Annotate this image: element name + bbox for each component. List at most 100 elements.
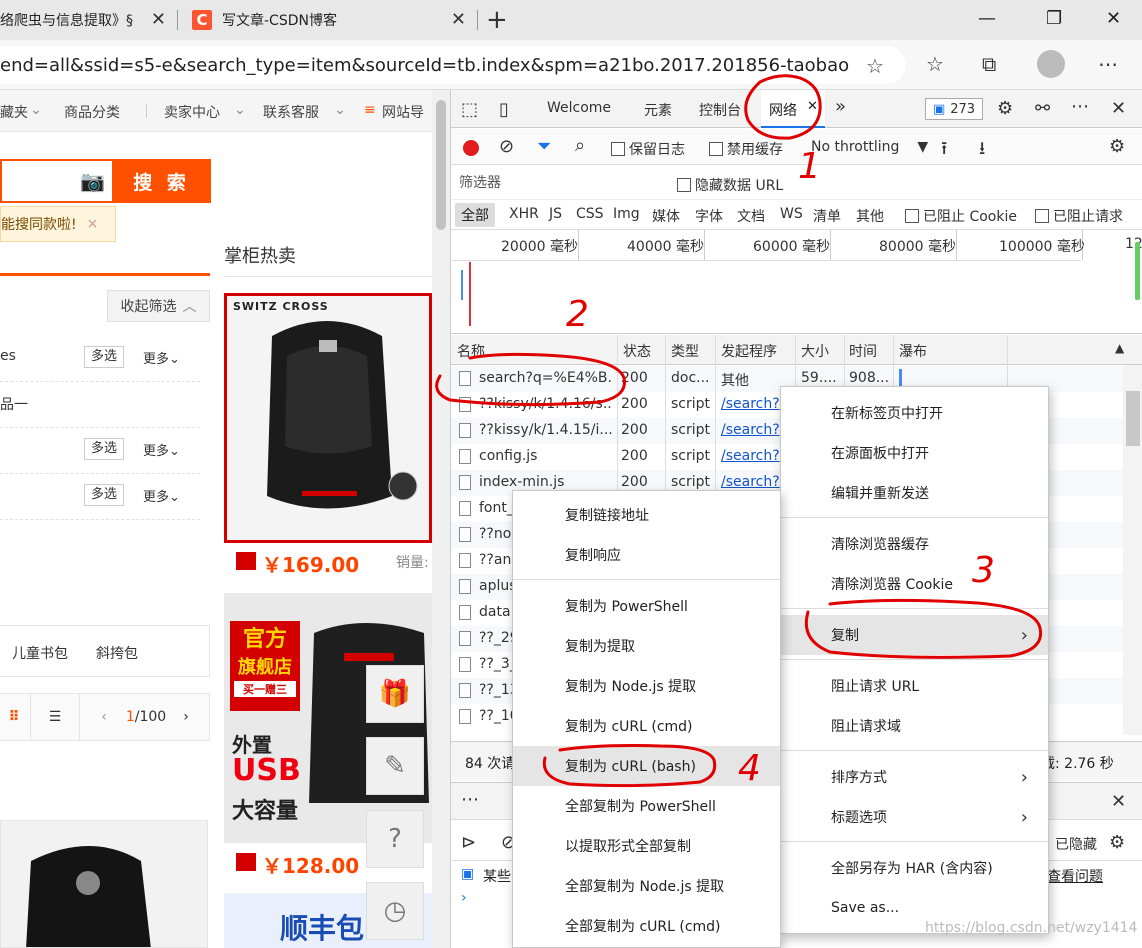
device-icon[interactable]: ▯ (499, 99, 509, 120)
menu-copy-all-curl-cmd[interactable]: 全部复制为 cURL (cmd) (513, 906, 780, 946)
add-favorite-icon[interactable]: ☆ (866, 54, 884, 78)
browser-tab-1[interactable]: 络爬虫与信息提取》§ ✕ (0, 0, 176, 40)
menu-copy[interactable]: 复制 › (781, 615, 1048, 655)
issues-badge[interactable]: ▣ 273 (925, 98, 983, 120)
page-scroll-thumb[interactable] (436, 100, 446, 230)
close-icon[interactable]: ✕ (1111, 791, 1126, 812)
hide-data-url-checkbox[interactable]: 隐藏数据 URL (677, 175, 783, 195)
close-window-icon[interactable]: ✕ (1106, 8, 1121, 29)
more-link[interactable]: 更多⌄ (143, 348, 180, 367)
menu-copy-curl-cmd[interactable]: 复制为 cURL (cmd) (513, 706, 780, 746)
search-input[interactable]: 📷 (0, 159, 112, 203)
url-box[interactable]: end=all&ssid=s5-e&search_type=item&sourc… (0, 46, 906, 84)
menu-copy-node-fetch[interactable]: 复制为 Node.js 提取 (513, 666, 780, 706)
tab-console[interactable]: 控制台 (699, 100, 741, 120)
menu-copy-powershell[interactable]: 复制为 PowerShell (513, 586, 780, 626)
gear-icon[interactable]: ⚙ (1109, 136, 1125, 157)
type-all[interactable]: 全部 (455, 203, 495, 227)
more-tools-icon[interactable]: ⋯ (461, 789, 479, 810)
menu-block-url[interactable]: 阻止请求 URL (781, 666, 1048, 706)
sort-up-icon[interactable]: ▲ (1115, 341, 1124, 355)
type-css[interactable]: CSS (576, 206, 604, 222)
upload-icon[interactable]: ⭱ (941, 136, 947, 166)
list-view-icon[interactable]: ☰ (30, 694, 80, 740)
menu-open-new-tab[interactable]: 在新标签页中打开 (781, 393, 1048, 433)
product-image[interactable] (0, 820, 208, 948)
new-tab-icon[interactable]: + (486, 5, 508, 35)
col-time[interactable]: 时间 (849, 341, 877, 361)
connection-icon[interactable]: ⚯ (1035, 98, 1050, 119)
sidebar-toggle-icon[interactable]: ⊳ (461, 832, 476, 853)
record-icon[interactable] (463, 140, 479, 156)
multi-select-button[interactable]: 多选 (84, 438, 124, 460)
menu-sort-by[interactable]: 排序方式 › (781, 757, 1048, 797)
edit-icon[interactable]: ✎ (366, 737, 424, 795)
profile-avatar[interactable] (1037, 50, 1065, 78)
category-crossbody[interactable]: 斜挎包 (96, 643, 138, 663)
col-name[interactable]: 名称 (457, 341, 485, 361)
nav-customer-service[interactable]: 联系客服 (263, 102, 319, 122)
table-scroll-thumb[interactable] (1126, 391, 1140, 446)
more-tabs-icon[interactable]: » (835, 96, 846, 117)
type-font[interactable]: 字体 (695, 206, 723, 226)
more-link[interactable]: 更多⌄ (143, 440, 180, 459)
menu-copy-all-powershell[interactable]: 全部复制为 PowerShell (513, 786, 780, 826)
product-image[interactable]: SWITZ CROSS SWITZ CROSS (224, 293, 432, 543)
more-link[interactable]: 更多⌄ (143, 486, 180, 505)
type-img[interactable]: Img (613, 206, 640, 222)
nav-favorites[interactable]: 藏夹 (0, 102, 28, 122)
menu-open-sources[interactable]: 在源面板中打开 (781, 433, 1048, 473)
help-icon[interactable]: ? (366, 810, 424, 868)
more-menu-icon[interactable]: ⋯ (1098, 52, 1118, 76)
type-ws[interactable]: WS (780, 206, 803, 222)
menu-copy-all-node-fetch[interactable]: 全部复制为 Node.js 提取 (513, 866, 780, 906)
more-options-icon[interactable]: ⋯ (1071, 96, 1089, 117)
history-icon[interactable]: ◷ (366, 882, 424, 940)
menu-copy-all-fetch[interactable]: 以提取形式全部复制 (513, 826, 780, 866)
menu-save-har[interactable]: 全部另存为 HAR (含内容) (781, 848, 1048, 888)
restore-icon[interactable]: ❐ (1046, 8, 1062, 29)
gear-icon[interactable]: ⚙ (997, 98, 1013, 119)
filter-input[interactable]: 筛选器 (455, 172, 661, 194)
search-button[interactable]: 搜 索 (112, 159, 211, 203)
menu-copy-curl-bash[interactable]: 复制为 cURL (bash) (513, 746, 780, 786)
camera-icon[interactable]: 📷 (80, 169, 105, 193)
favorites-icon[interactable]: ☆ (926, 52, 944, 76)
network-timeline[interactable]: 20000 毫秒 40000 毫秒 60000 毫秒 80000 毫秒 1000… (451, 230, 1142, 334)
prev-page-icon[interactable]: ‹ (94, 694, 114, 740)
type-js[interactable]: JS (549, 206, 562, 222)
menu-edit-resend[interactable]: 编辑并重新发送 (781, 473, 1048, 513)
minimize-icon[interactable]: — (978, 8, 996, 29)
url-text[interactable]: end=all&ssid=s5-e&search_type=item&sourc… (0, 55, 850, 76)
col-size[interactable]: 大小 (801, 341, 829, 361)
view-issues-link[interactable]: 查看问题 (1047, 866, 1103, 886)
grid-view-icon[interactable]: ⠿ (0, 694, 28, 740)
menu-clear-cache[interactable]: 清除浏览器缓存 (781, 524, 1048, 564)
menu-clear-cookies[interactable]: 清除浏览器 Cookie (781, 564, 1048, 604)
close-icon[interactable]: ✕ (151, 10, 166, 30)
disable-cache-checkbox[interactable]: 禁用缓存 (709, 139, 783, 159)
menu-copy-response[interactable]: 复制响应 (513, 535, 780, 575)
col-waterfall[interactable]: 瀑布 (899, 341, 927, 361)
blocked-cookie-checkbox[interactable]: 已阻止 Cookie (905, 206, 1017, 226)
col-type[interactable]: 类型 (671, 341, 699, 361)
type-manifest[interactable]: 清单 (813, 206, 841, 226)
next-page-icon[interactable]: › (176, 694, 196, 740)
download-icon[interactable]: ⭳ (979, 136, 985, 166)
close-icon[interactable]: ✕ (451, 10, 466, 30)
type-doc[interactable]: 文档 (737, 206, 765, 226)
category-kids-bag[interactable]: 儿童书包 (12, 643, 68, 663)
close-icon[interactable]: × (87, 216, 99, 232)
timeline-scroll[interactable] (1135, 242, 1140, 300)
preserve-log-checkbox[interactable]: 保留日志 (611, 139, 685, 159)
menu-copy-fetch[interactable]: 复制为提取 (513, 626, 780, 666)
type-media[interactable]: 媒体 (652, 206, 680, 226)
col-initiator[interactable]: 发起程序 (721, 341, 777, 361)
type-other[interactable]: 其他 (856, 206, 884, 226)
clear-icon[interactable]: ⊘ (499, 136, 514, 157)
multi-select-button[interactable]: 多选 (84, 484, 124, 506)
collections-icon[interactable]: ⧉ (982, 52, 996, 76)
type-xhr[interactable]: XHR (509, 206, 539, 222)
search-icon[interactable]: ⌕ (575, 135, 585, 156)
gear-icon[interactable]: ⚙ (1109, 832, 1125, 853)
